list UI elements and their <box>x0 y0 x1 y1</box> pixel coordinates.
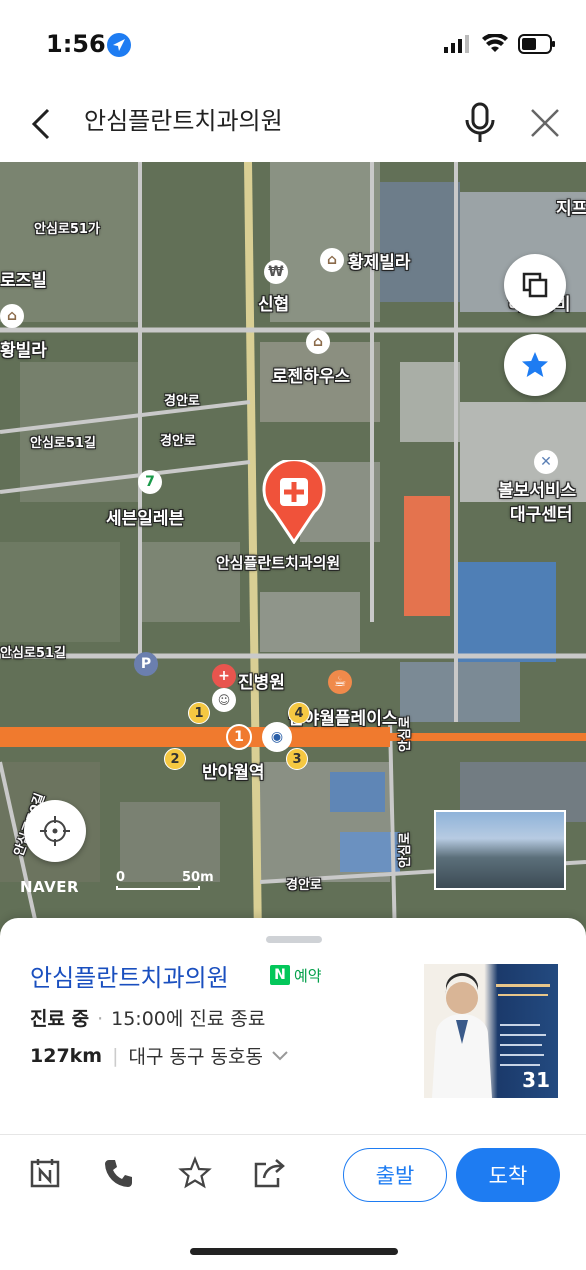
place-label: 신협 <box>258 295 290 315</box>
reservation-label: 예약 <box>294 966 322 985</box>
separator-dot: · <box>97 1008 104 1030</box>
divider <box>0 1134 586 1135</box>
car-service-icon[interactable]: ✕ <box>534 450 558 474</box>
cafe-icon[interactable]: ☕ <box>328 670 352 694</box>
layers-icon <box>522 272 548 298</box>
hospital-icon[interactable]: + <box>212 664 236 688</box>
crosshair-icon <box>40 816 70 846</box>
map-scale: 0 50m <box>116 870 214 890</box>
place-label: 로젠하우스 <box>272 367 351 387</box>
place-label: 세븐일레븐 <box>106 509 185 529</box>
star-icon <box>522 352 548 377</box>
building-icon[interactable]: ⌂ <box>0 304 24 328</box>
road-label: 경안로 <box>286 878 322 893</box>
place-label: 대구센터 <box>510 505 573 525</box>
station-label: 반야월역 <box>202 763 265 783</box>
battery-icon <box>518 34 555 54</box>
subway-exit-4[interactable]: 4 <box>288 702 310 724</box>
wifi-icon <box>482 34 508 52</box>
scale-zero: 0 <box>116 870 126 885</box>
road-label: 안심로 <box>398 832 413 868</box>
microphone-icon <box>465 102 495 142</box>
depart-button[interactable]: 출발 <box>343 1148 447 1202</box>
place-label: 황제빌라 <box>348 253 411 273</box>
sheet-grabber[interactable] <box>266 936 322 943</box>
place-detail-sheet: 안심플란트치과의원 N 예약 진료 중 · 15:00에 진료 종료 127km |… <box>0 918 586 1270</box>
separator: | <box>112 1044 119 1067</box>
search-input[interactable]: 안심플란트치과의원 <box>84 104 283 138</box>
parking-icon[interactable]: P <box>134 652 158 676</box>
place-label: 황빌라 <box>0 341 47 361</box>
call-button[interactable] <box>102 1156 136 1190</box>
action-bar: 출발 도착 <box>0 1144 586 1208</box>
naver-booking-icon: N <box>270 965 290 985</box>
road-label: 안심로 <box>398 716 413 752</box>
phone-icon <box>105 1160 132 1187</box>
reservation-badge[interactable]: N 예약 <box>270 964 322 986</box>
road-label: 안심로51가 <box>34 222 100 237</box>
save-button[interactable] <box>178 1156 212 1190</box>
place-label: 볼보서비스 <box>498 481 577 501</box>
status-time: 1:56 <box>46 30 106 58</box>
chevron-left-icon <box>31 108 50 140</box>
status-open: 진료 중 <box>30 1008 90 1030</box>
address: 대구 동구 동호동 <box>128 1046 263 1068</box>
subway-exit-3[interactable]: 3 <box>286 748 308 770</box>
layers-button[interactable] <box>504 254 566 316</box>
status-bar: 1:56 <box>0 0 586 90</box>
open-status[interactable]: 진료 중 · 15:00에 진료 종료 <box>30 1004 265 1031</box>
home-indicator[interactable] <box>190 1248 398 1255</box>
bank-icon[interactable]: ₩ <box>264 260 288 284</box>
scale-value: 50m <box>182 870 214 885</box>
subway-exit-2[interactable]: 2 <box>164 748 186 770</box>
clear-search-button[interactable] <box>524 102 566 144</box>
road-label: 안심로51길 <box>0 646 66 661</box>
road-label: 안심로51길 <box>30 436 96 451</box>
booking-button[interactable] <box>28 1156 62 1190</box>
subway-line-badge[interactable]: 1 <box>226 724 252 750</box>
subway-exit-1[interactable]: 1 <box>188 702 210 724</box>
close-icon <box>531 109 559 137</box>
star-outline-icon <box>178 1156 212 1189</box>
clinic-map-label: 안심플란트치과의원 <box>216 554 341 572</box>
road-label: 경안로 <box>164 394 200 409</box>
street-view-thumbnail[interactable] <box>434 810 566 890</box>
status-detail: 15:00에 진료 종료 <box>111 1008 266 1030</box>
voice-search-button[interactable] <box>460 100 500 146</box>
road-label: 경안로 <box>160 434 196 449</box>
convenience-store-icon[interactable]: 7 <box>138 470 162 494</box>
place-label: 지프 <box>556 199 586 219</box>
map-view[interactable]: 안심로51가 로즈빌 황제빌라 신협 하나정비 지프 황빌라 로젠하우스 경안로… <box>0 162 586 942</box>
cctv-icon[interactable]: ◉ <box>262 722 292 752</box>
building-icon[interactable]: ⌂ <box>320 248 344 272</box>
chevron-down-icon <box>272 1050 288 1060</box>
favorites-button[interactable] <box>504 334 566 396</box>
place-label: 진병원 <box>238 673 285 693</box>
calendar-n-icon <box>30 1159 60 1188</box>
place-label: 로즈빌 <box>0 271 47 291</box>
place-name[interactable]: 안심플란트치과의원 <box>30 958 229 993</box>
share-button[interactable] <box>252 1156 286 1190</box>
my-location-button[interactable] <box>24 800 86 862</box>
address-line[interactable]: 127km | 대구 동구 동호동 <box>30 1042 291 1069</box>
distance: 127km <box>30 1044 103 1067</box>
place-photo[interactable]: 31 <box>424 964 558 1098</box>
building-icon[interactable]: ⌂ <box>306 330 330 354</box>
map-marker-icon[interactable] <box>260 460 328 544</box>
restroom-icon[interactable]: ☺ <box>212 688 236 712</box>
naver-logo: NAVER <box>20 878 80 896</box>
status-icons <box>444 34 556 54</box>
photo-count: 31 <box>522 1068 550 1092</box>
signal-icon <box>444 35 469 53</box>
back-button[interactable] <box>22 104 62 144</box>
arrive-button[interactable]: 도착 <box>456 1148 560 1202</box>
search-bar: 안심플란트치과의원 <box>0 90 586 162</box>
location-arrow-icon <box>107 33 131 57</box>
share-icon <box>254 1159 285 1188</box>
scale-bar <box>116 886 200 890</box>
